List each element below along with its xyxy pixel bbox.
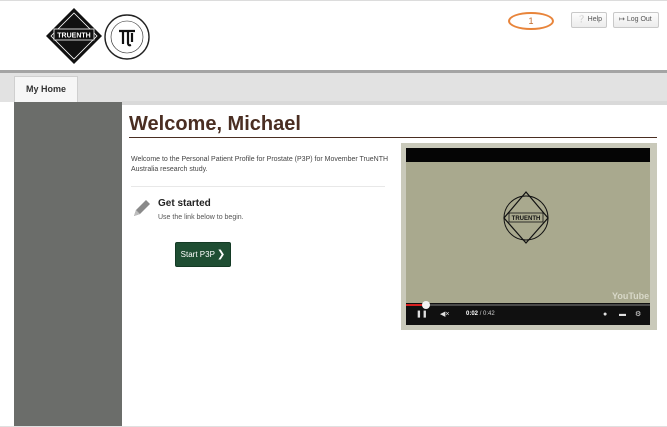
info-icon[interactable]: ● (603, 311, 607, 319)
video-scrub-handle[interactable] (421, 301, 430, 309)
intro-divider (131, 186, 385, 187)
research-seal-logo (104, 14, 150, 60)
truenth-video-logo: TRUENTH (503, 191, 549, 244)
video-controls: ❚❚ ◀× 0:02 / 0:42 ● ▬ ⚙ (406, 301, 650, 325)
intro-text: Welcome to the Personal Patient Profile … (131, 156, 389, 173)
sign-out-icon: ↦ (619, 16, 625, 23)
get-started-subtitle: Use the link below to begin. (158, 214, 244, 221)
youtube-logo[interactable]: YouTube (612, 291, 649, 301)
volume-icon[interactable]: ◀× (440, 311, 449, 319)
movember-truenth-logo[interactable]: TRUENTH (45, 7, 103, 65)
notification-badge[interactable]: 1 (508, 12, 554, 30)
tab-my-home[interactable]: My Home (14, 76, 78, 102)
content-divider (122, 101, 667, 105)
pause-icon[interactable]: ❚❚ (416, 311, 428, 319)
gear-icon[interactable]: ⚙ (635, 311, 641, 319)
video-time-total: / 0:42 (479, 311, 495, 317)
get-started-title: Get started (158, 198, 211, 209)
title-rule (129, 137, 657, 138)
main-nav: My Home (0, 70, 667, 102)
help-button[interactable]: ❔ Help (571, 12, 607, 28)
video-progress-bar[interactable] (406, 301, 650, 309)
svg-text:TRUENTH: TRUENTH (512, 216, 541, 222)
video-player[interactable]: TRUENTH YouTube ❚❚ ◀× 0:02 / 0:42 ● ▬ ⚙ (406, 148, 650, 325)
start-button-label: Start P3P (180, 250, 215, 259)
chevron-right-icon: ❯ (216, 249, 226, 260)
page-title: Welcome, Michael (129, 113, 301, 135)
logout-button[interactable]: ↦ Log Out (613, 12, 659, 28)
svg-text:TRUENTH: TRUENTH (57, 33, 90, 40)
sidebar (14, 102, 122, 427)
captions-icon[interactable]: ▬ (619, 311, 626, 319)
logout-label: Log Out (626, 16, 652, 23)
question-circle-icon: ❔ (577, 16, 586, 23)
video-title-bar (406, 148, 650, 162)
video-time: 0:02 / 0:42 (466, 311, 495, 317)
pencil-icon (134, 200, 150, 216)
help-label: Help (587, 16, 603, 23)
video-time-current: 0:02 (466, 311, 479, 317)
start-p3p-button[interactable]: Start P3P ❯ (175, 242, 231, 267)
site-header: TRUENTH 1 ❔ Help ↦ Log Out (0, 0, 667, 70)
